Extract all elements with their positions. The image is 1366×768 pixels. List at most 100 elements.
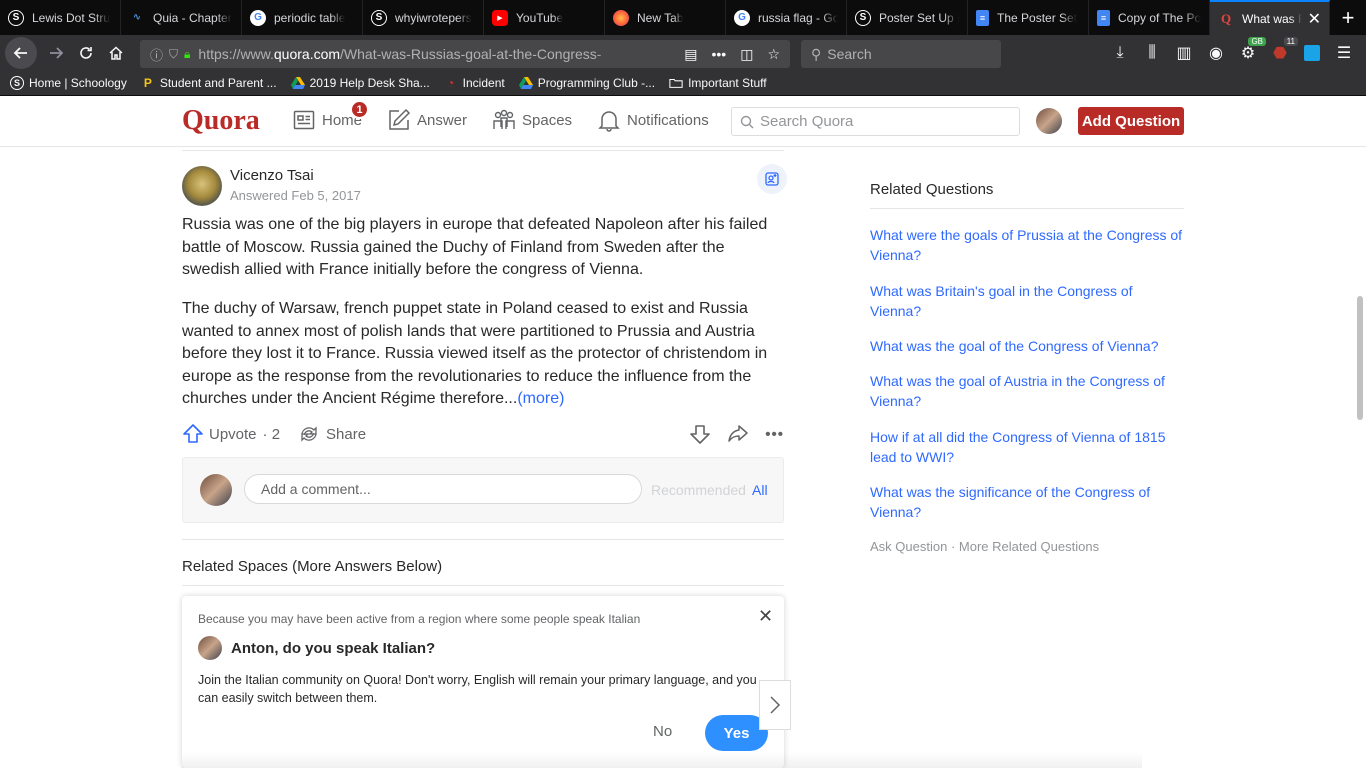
- no-button[interactable]: No: [653, 723, 672, 740]
- language-prompt-card: Because you may have been active from a …: [182, 596, 784, 768]
- account-icon[interactable]: ◉: [1206, 43, 1226, 63]
- arrow-left-icon: [13, 47, 27, 59]
- bookmark-star-icon[interactable]: ☆: [767, 46, 780, 63]
- incident-icon: ◔: [447, 76, 455, 90]
- tab-label: YouTube: [516, 10, 564, 25]
- nav-notifications[interactable]: Notifications: [597, 108, 709, 132]
- browser-tab[interactable]: S Lewis Dot Stru: [0, 0, 121, 35]
- reader-view-icon[interactable]: ▤: [684, 46, 697, 63]
- quora-header: Quora Home 1 Answer Spaces Notifications…: [0, 96, 1366, 147]
- browser-tab[interactable]: ∿ Quia - Chapter: [121, 0, 242, 35]
- related-question-link[interactable]: What was Britain's goal in the Congress …: [870, 282, 1184, 321]
- browser-tab[interactable]: ≡ Copy of The Po: [1089, 0, 1210, 35]
- share-button[interactable]: Share: [298, 423, 366, 445]
- related-question-link[interactable]: What was the goal of Austria in the Cong…: [870, 372, 1184, 411]
- url-path: /What-was-Russias-goal-at-the-Congress-: [340, 46, 602, 62]
- author-avatar[interactable]: [182, 166, 222, 206]
- more-related-link[interactable]: More Related Questions: [959, 539, 1099, 554]
- info-icon[interactable]: ⓘ: [150, 45, 163, 64]
- tab-label: Lewis Dot Stru: [32, 10, 111, 25]
- bookmark-item[interactable]: ◔ Incident: [444, 76, 505, 90]
- close-icon[interactable]: ✕: [758, 606, 773, 627]
- schoology-icon: S: [10, 76, 24, 90]
- browser-tab-active[interactable]: Q What was R ✕: [1210, 0, 1330, 35]
- download-icon[interactable]: ⤓: [1110, 43, 1130, 63]
- bookmark-item[interactable]: 2019 Help Desk Sha...: [290, 76, 430, 90]
- upvote-button[interactable]: Upvote · 2: [182, 423, 280, 445]
- nav-spaces-label: Spaces: [522, 111, 573, 129]
- tracking-shield-icon[interactable]: ⛉: [169, 47, 178, 62]
- browser-tab[interactable]: G russia flag - Go: [726, 0, 847, 35]
- scrollbar-thumb[interactable]: [1357, 296, 1363, 420]
- related-question-link[interactable]: What were the goals of Prussia at the Co…: [870, 226, 1184, 265]
- search-icon: [740, 115, 754, 128]
- forward-share-button[interactable]: [727, 423, 749, 445]
- quora-search-input[interactable]: Search Quora: [731, 107, 1020, 136]
- tab-label: The Poster Set: [997, 10, 1078, 25]
- bookmark-item[interactable]: P Student and Parent ...: [141, 76, 277, 90]
- ask-question-link[interactable]: Ask Question: [870, 539, 947, 554]
- answer-actions: Upvote · 2 Share •••: [182, 422, 784, 446]
- page-actions-icon[interactable]: •••: [711, 46, 726, 63]
- follow-author-button[interactable]: [757, 164, 787, 194]
- carousel-next-button[interactable]: [759, 680, 791, 730]
- new-tab-button[interactable]: +: [1330, 0, 1366, 35]
- tab-label: periodic table: [274, 10, 346, 25]
- related-footer: Ask Question · More Related Questions: [870, 539, 1099, 554]
- browser-search-input[interactable]: ⚲ Search: [801, 40, 1001, 68]
- forward-button[interactable]: [41, 38, 71, 68]
- browser-tab[interactable]: G periodic table: [242, 0, 363, 35]
- ublock-icon[interactable]: ⬣ 11: [1270, 37, 1298, 63]
- nav-answer-label: Answer: [417, 111, 468, 129]
- bookmark-item[interactable]: Programming Club -...: [518, 76, 656, 90]
- browser-tab[interactable]: ▶ YouTube: [484, 0, 605, 35]
- add-question-button[interactable]: Add Question: [1078, 107, 1184, 135]
- answer-paragraph: The duchy of Warsaw, french puppet state…: [182, 298, 786, 411]
- browser-tab[interactable]: ≡ The Poster Set: [968, 0, 1089, 35]
- more-link[interactable]: (more): [517, 390, 564, 407]
- quora-logo[interactable]: Quora: [182, 105, 260, 137]
- comment-input[interactable]: Add a comment...: [244, 474, 642, 504]
- url-bar[interactable]: ⓘ ⛉ 🔒︎ https://www.quora.com/What-was-Ru…: [140, 40, 790, 68]
- bookmark-item[interactable]: Important Stuff: [669, 76, 767, 90]
- home-notification-badge: 1: [350, 100, 369, 119]
- recommended-filter[interactable]: Recommended: [651, 482, 746, 498]
- divider: [870, 208, 1184, 209]
- extension-green-icon[interactable]: ⚙ GB: [1238, 37, 1266, 63]
- bookmark-item[interactable]: S Home | Schoology: [10, 76, 127, 90]
- home-button[interactable]: [101, 38, 131, 68]
- bookmark-label: Programming Club -...: [537, 76, 656, 90]
- related-question-link[interactable]: How if at all did the Congress of Vienna…: [870, 428, 1184, 467]
- reload-button[interactable]: [71, 38, 101, 68]
- drive-icon: [290, 76, 305, 90]
- browser-tab-bar: S Lewis Dot Stru ∿ Quia - Chapter G peri…: [0, 0, 1366, 35]
- answer-date[interactable]: Answered Feb 5, 2017: [230, 188, 361, 203]
- toolbar-right: ⤓ ⫼ ▥ ◉ ⚙ GB ⬣ 11 ☰: [1110, 35, 1366, 71]
- pocket-icon[interactable]: ◫: [740, 46, 753, 63]
- all-comments-filter[interactable]: All: [752, 482, 768, 498]
- extension-blue-icon[interactable]: [1302, 43, 1322, 63]
- related-question-link[interactable]: What was the significance of the Congres…: [870, 483, 1184, 522]
- sidebar-icon[interactable]: ▥: [1174, 43, 1194, 63]
- browser-tab[interactable]: New Tab: [605, 0, 726, 35]
- close-tab-icon[interactable]: ✕: [1304, 9, 1321, 29]
- related-question-link[interactable]: What was the goal of the Congress of Vie…: [870, 337, 1184, 357]
- bottom-shadow: [182, 752, 1142, 768]
- related-spaces-heading: Related Spaces (More Answers Below): [182, 558, 443, 575]
- back-button[interactable]: [5, 37, 37, 69]
- library-icon[interactable]: ⫼: [1142, 43, 1162, 63]
- more-options-icon[interactable]: •••: [765, 426, 784, 443]
- browser-nav-bar: ⓘ ⛉ 🔒︎ https://www.quora.com/What-was-Ru…: [0, 35, 1366, 71]
- bookmark-label: Incident: [462, 76, 505, 90]
- browser-tab[interactable]: S whyiwrotepers: [363, 0, 484, 35]
- menu-icon[interactable]: ☰: [1334, 43, 1354, 63]
- author-name[interactable]: Vicenzo Tsai: [230, 167, 314, 184]
- folder-icon: [669, 76, 683, 90]
- browser-tab[interactable]: S Poster Set Up |: [847, 0, 968, 35]
- downvote-button[interactable]: [689, 423, 711, 445]
- bookmark-label: Home | Schoology: [29, 76, 127, 90]
- nav-spaces[interactable]: Spaces: [492, 108, 572, 132]
- schoology-icon: S: [855, 9, 871, 26]
- nav-answer[interactable]: Answer: [387, 108, 467, 132]
- user-avatar[interactable]: [1036, 108, 1062, 134]
